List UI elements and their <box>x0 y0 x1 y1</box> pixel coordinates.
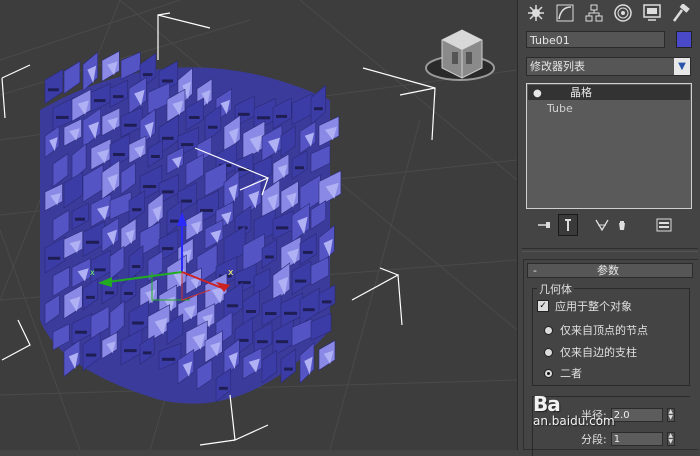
motion-icon <box>613 3 632 22</box>
modifier-stack-list[interactable]: ● 晶格 Tube <box>526 83 692 209</box>
geometry-group-title: 几何体 <box>537 281 574 297</box>
perspective-viewport[interactable]: xx <box>0 0 517 450</box>
object-name-field[interactable]: Tube01 <box>526 31 665 48</box>
apply-to-entire-object-checkbox[interactable]: ✓ <box>537 300 549 312</box>
radio-both-button[interactable] <box>544 368 553 378</box>
utilities-tab[interactable] <box>667 2 694 23</box>
modifier-list-label: 修改器列表 <box>530 60 585 73</box>
radius-spinner[interactable]: ▲ ▼ <box>666 408 675 422</box>
curve-icon <box>556 4 573 21</box>
configure-modifier-sets-icon[interactable] <box>654 214 674 236</box>
rollout-title: 参数 <box>597 264 619 277</box>
command-panel: Tube01 修改器列表 ▼ ● 晶格 Tube - 参数 几何体 ✓ 应用于整… <box>517 0 700 456</box>
lightbulb-icon[interactable]: ● <box>533 86 542 101</box>
radio-label: 仅来自顶点的节点 <box>560 324 648 337</box>
radio-edges-only-button[interactable] <box>544 347 553 357</box>
radio-label: 仅来自边的支柱 <box>560 346 637 359</box>
segments-field[interactable]: 1 <box>610 432 663 446</box>
stack-item-label: 晶格 <box>570 86 592 99</box>
display-tab[interactable] <box>638 2 665 23</box>
max-workspace: xx Tube01 修改器列表 ▼ ● 晶格 Tube - 参数 几何体 ✓ 应… <box>0 0 700 456</box>
lattice-block <box>318 339 336 371</box>
lattice-tube-object <box>40 50 342 404</box>
stack-toolbar <box>526 214 692 236</box>
pin-stack-icon[interactable] <box>534 214 554 236</box>
radio-label: 二者 <box>560 367 582 380</box>
radio-edges-only[interactable]: 仅来自边的支柱 <box>544 344 637 360</box>
chevron-down-icon[interactable]: ▼ <box>674 58 690 75</box>
watermark-url: an.baidu.com <box>533 414 615 428</box>
lattice-block <box>63 60 81 95</box>
stack-item-tube[interactable]: Tube <box>547 102 573 115</box>
radio-vertices-only-button[interactable] <box>544 325 553 335</box>
object-color-swatch[interactable] <box>676 31 692 48</box>
panel-divider <box>522 248 698 252</box>
geometry-group: 几何体 ✓ 应用于整个对象 仅来自顶点的节点 仅来自边的支柱 二者 <box>532 281 690 386</box>
parameters-rollout-header[interactable]: - 参数 <box>527 263 693 278</box>
create-tab[interactable] <box>522 2 549 23</box>
watermark-logo: Ba <box>533 392 561 416</box>
segments-spinner[interactable]: ▲ ▼ <box>666 432 675 446</box>
hierarchy-tab[interactable] <box>580 2 607 23</box>
viewcube-icon <box>425 29 495 81</box>
collapse-toggle: - <box>533 264 537 277</box>
lattice-block <box>44 68 64 105</box>
hierarchy-icon <box>585 4 602 21</box>
make-unique-icon[interactable] <box>592 214 612 236</box>
hammer-icon <box>672 3 690 22</box>
modifier-list-dropdown[interactable]: 修改器列表 ▼ <box>526 57 691 76</box>
segments-label: 分段: <box>581 433 607 446</box>
svg-text:x: x <box>228 268 234 278</box>
baidu-watermark: Ba an.baidu.com <box>533 392 615 428</box>
modify-tab[interactable] <box>551 2 578 23</box>
stack-item-lattice[interactable]: ● 晶格 <box>528 85 690 100</box>
star-burst-icon <box>527 4 544 21</box>
motion-tab[interactable] <box>609 2 636 23</box>
segments-row: 分段: 1 ▲ ▼ <box>581 431 675 447</box>
svg-text:x: x <box>90 268 95 277</box>
radio-vertices-only[interactable]: 仅来自顶点的节点 <box>544 322 648 338</box>
apply-to-entire-object-row[interactable]: ✓ 应用于整个对象 <box>537 298 632 314</box>
command-panel-tabs <box>522 2 694 24</box>
radio-both[interactable]: 二者 <box>544 365 582 381</box>
lattice-block <box>101 50 120 82</box>
apply-to-entire-object-label: 应用于整个对象 <box>555 300 632 313</box>
radius-field[interactable]: 2.0 <box>610 408 663 422</box>
show-end-result-icon[interactable] <box>558 214 578 236</box>
monitor-icon <box>642 3 661 21</box>
remove-modifier-icon[interactable] <box>612 214 632 236</box>
